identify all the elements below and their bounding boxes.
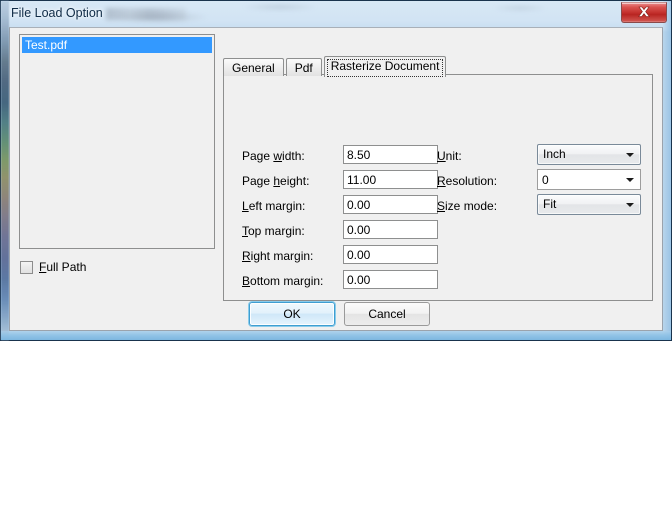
- page-width-label: Page width:: [242, 149, 305, 163]
- tab-pdf[interactable]: Pdf: [286, 58, 322, 76]
- label-post: esolution:: [446, 174, 497, 188]
- bottom-margin-input[interactable]: [343, 270, 438, 289]
- unit-combobox[interactable]: Inch: [537, 144, 641, 165]
- label-post: nit:: [446, 149, 462, 163]
- label-post: idth:: [282, 149, 305, 163]
- file-listbox[interactable]: Test.pdf: [19, 34, 215, 249]
- checkbox-box-icon[interactable]: [20, 261, 33, 274]
- tab-page-rasterize-document: Page width: Page height: Left margin: To…: [223, 74, 653, 301]
- dialog-client-area: Test.pdf Full Path General Pdf Rasterize…: [9, 27, 663, 331]
- left-margin-input[interactable]: [343, 195, 438, 214]
- resolution-label: Resolution:: [437, 174, 497, 188]
- unit-label: Unit:: [437, 149, 462, 163]
- right-margin-label: Right margin:: [242, 249, 313, 263]
- chevron-down-icon[interactable]: [626, 178, 634, 182]
- unit-value: Inch: [543, 147, 566, 161]
- close-icon: [637, 6, 651, 19]
- label-mnemonic: R: [437, 174, 446, 188]
- ok-button[interactable]: OK: [249, 302, 335, 326]
- size-mode-value: Fit: [543, 197, 556, 211]
- left-margin-label: Left margin:: [242, 199, 305, 213]
- label-post: eft margin:: [249, 199, 306, 213]
- resolution-value: 0: [542, 173, 549, 187]
- page-width-input[interactable]: [343, 145, 438, 164]
- close-button[interactable]: [621, 2, 667, 23]
- top-margin-label: Top margin:: [242, 224, 305, 238]
- tab-general[interactable]: General: [223, 58, 284, 76]
- label-post: ottom margin:: [250, 274, 323, 288]
- label-post: eight:: [280, 174, 309, 188]
- tab-control: General Pdf Rasterize Document Page widt…: [223, 56, 653, 301]
- page-height-label: Page height:: [242, 174, 309, 188]
- label-mnemonic: L: [242, 199, 249, 213]
- full-path-label: Full Path: [39, 260, 86, 274]
- full-path-checkbox[interactable]: Full Path: [20, 259, 86, 275]
- full-path-label-rest: ull Path: [46, 260, 86, 274]
- window-title: File Load Option: [11, 6, 103, 20]
- right-margin-input[interactable]: [343, 245, 438, 264]
- cancel-button[interactable]: Cancel: [344, 302, 430, 326]
- tab-rasterize-document[interactable]: Rasterize Document: [324, 56, 447, 77]
- aero-glass-left-edge: [1, 1, 9, 340]
- chevron-down-icon: [626, 153, 634, 157]
- list-item[interactable]: Test.pdf: [22, 37, 212, 53]
- label-mnemonic: S: [437, 199, 445, 213]
- size-mode-label: Size mode:: [437, 199, 497, 213]
- bottom-margin-label: Bottom margin:: [242, 274, 323, 288]
- label-post: op margin:: [248, 224, 305, 238]
- label-post: ize mode:: [445, 199, 497, 213]
- file-load-option-dialog: File Load Option Test.pdf Full Path Gene…: [0, 0, 672, 341]
- label-mnemonic: B: [242, 274, 250, 288]
- label-pre: Page: [242, 149, 273, 163]
- label-mnemonic: R: [242, 249, 251, 263]
- label-pre: Page: [242, 174, 273, 188]
- size-mode-combobox[interactable]: Fit: [537, 194, 641, 215]
- tab-rasterize-document-label: Rasterize Document: [331, 59, 440, 73]
- label-mnemonic: w: [273, 149, 282, 163]
- chevron-down-icon: [626, 203, 634, 207]
- tab-strip: General Pdf Rasterize Document: [223, 56, 448, 76]
- label-post: ight margin:: [251, 249, 314, 263]
- title-bar[interactable]: File Load Option: [1, 1, 671, 27]
- page-height-input[interactable]: [343, 170, 438, 189]
- top-margin-input[interactable]: [343, 220, 438, 239]
- resolution-combobox[interactable]: 0: [537, 169, 641, 190]
- label-mnemonic: U: [437, 149, 446, 163]
